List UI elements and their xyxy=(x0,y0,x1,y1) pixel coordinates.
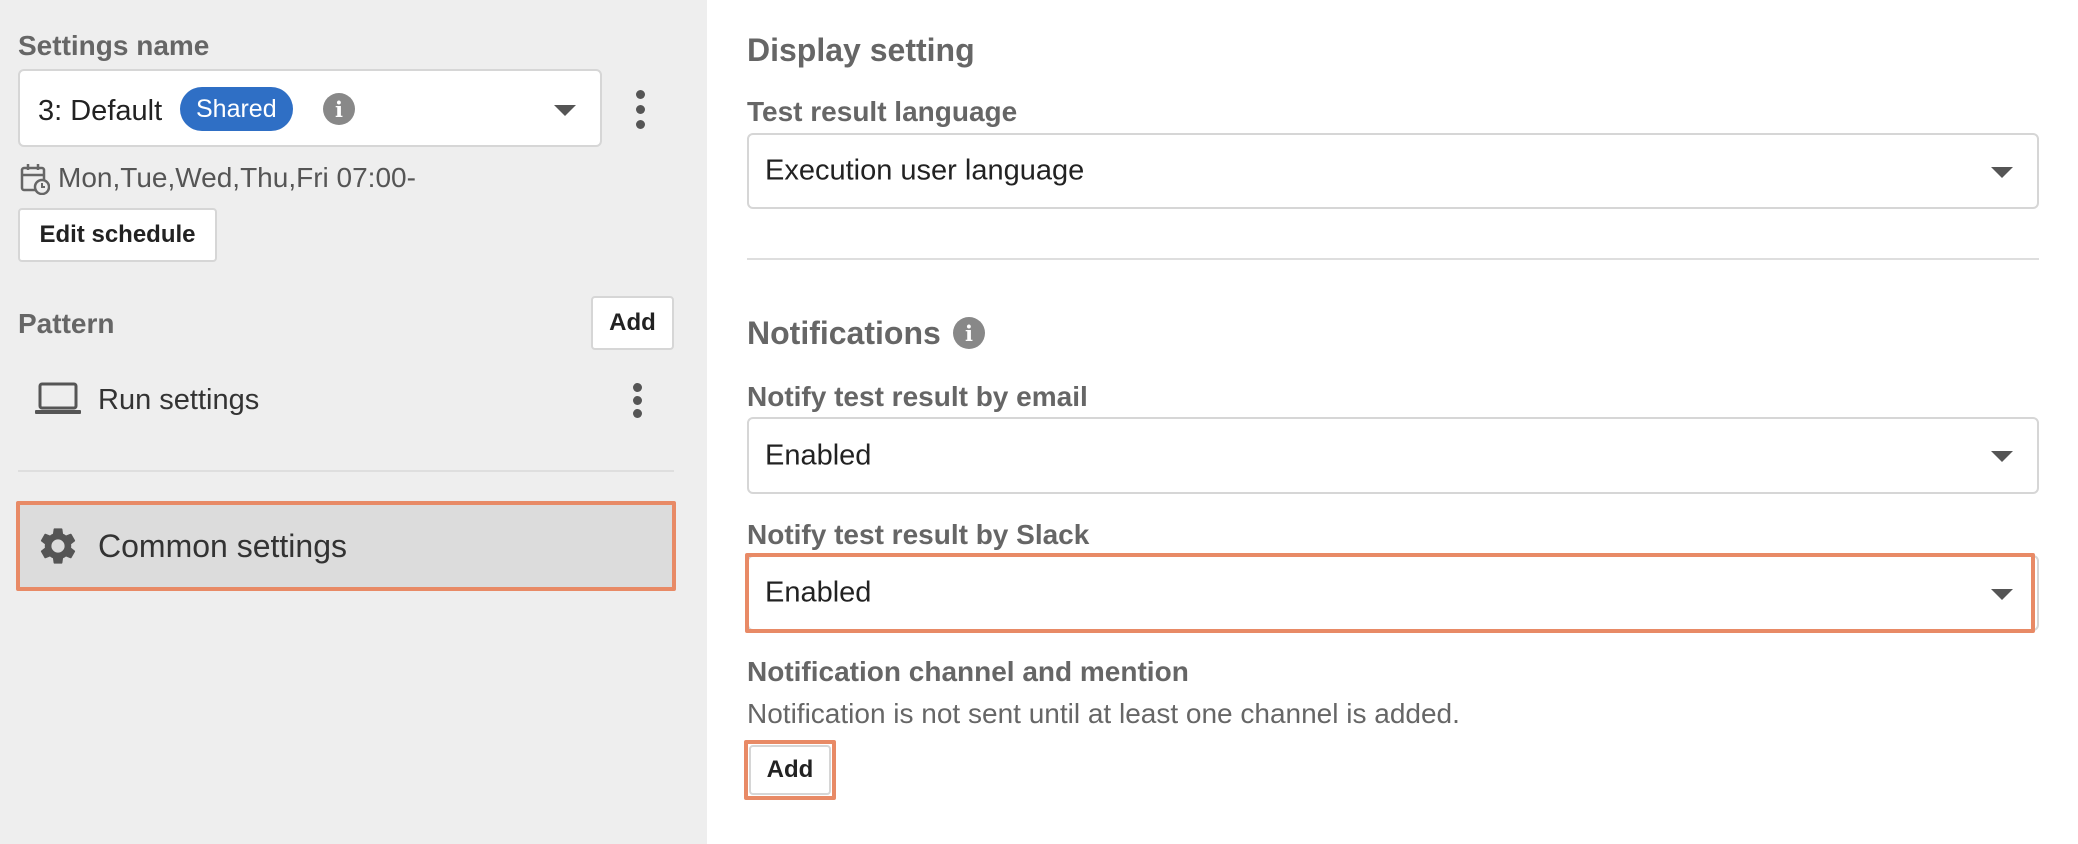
info-icon[interactable]: i xyxy=(323,93,355,125)
pattern-item-label: Run settings xyxy=(98,384,260,416)
edit-schedule-button[interactable]: Edit schedule xyxy=(18,208,217,262)
gear-icon xyxy=(40,528,76,564)
settings-more-icon[interactable] xyxy=(636,90,646,130)
email-notify-select[interactable]: Enabled xyxy=(747,417,2039,494)
settings-name-label: Settings name xyxy=(18,30,210,61)
common-settings-item[interactable]: Common settings xyxy=(18,503,674,589)
notifications-heading: Notifications xyxy=(747,315,941,351)
pattern-item-run-settings[interactable]: Run settings xyxy=(18,370,674,428)
section-divider xyxy=(747,258,2039,260)
email-notify-value: Enabled xyxy=(765,439,872,471)
main-panel: Display setting Test result language Exe… xyxy=(707,0,2078,844)
chevron-down-icon xyxy=(1991,589,2013,600)
slack-notify-select[interactable]: Enabled xyxy=(747,555,2039,631)
channel-hint-text: Notification is not sent until at least … xyxy=(747,698,1460,729)
chevron-down-icon xyxy=(554,105,576,116)
calendar-clock-icon xyxy=(20,164,50,195)
channel-add-button[interactable]: Add xyxy=(749,745,831,795)
channel-mention-label: Notification channel and mention xyxy=(747,656,1189,687)
chevron-down-icon xyxy=(1991,167,2013,178)
sidebar-divider xyxy=(18,470,674,472)
pattern-label: Pattern xyxy=(18,308,115,339)
chevron-down-icon xyxy=(1991,451,2013,462)
common-settings-label: Common settings xyxy=(98,528,347,564)
display-setting-heading: Display setting xyxy=(747,32,975,68)
pattern-item-more-icon[interactable] xyxy=(633,383,643,423)
email-notify-label: Notify test result by email xyxy=(747,381,1088,412)
slack-notify-label: Notify test result by Slack xyxy=(747,519,1090,550)
sidebar: Settings name 3: Default Shared i Mon,Tu… xyxy=(0,0,707,844)
shared-badge: Shared xyxy=(180,87,293,131)
laptop-icon xyxy=(35,382,81,414)
slack-notify-value: Enabled xyxy=(765,576,872,609)
settings-name-select[interactable]: 3: Default Shared i xyxy=(18,69,602,147)
schedule-text: Mon,Tue,Wed,Thu,Fri 07:00- xyxy=(58,162,416,193)
info-icon[interactable]: i xyxy=(953,317,985,349)
test-result-language-label: Test result language xyxy=(747,96,1018,127)
settings-name-value: 3: Default xyxy=(38,95,163,127)
test-result-language-select[interactable]: Execution user language xyxy=(747,133,2039,209)
pattern-add-button[interactable]: Add xyxy=(591,296,674,350)
test-result-language-value: Execution user language xyxy=(765,154,1085,187)
